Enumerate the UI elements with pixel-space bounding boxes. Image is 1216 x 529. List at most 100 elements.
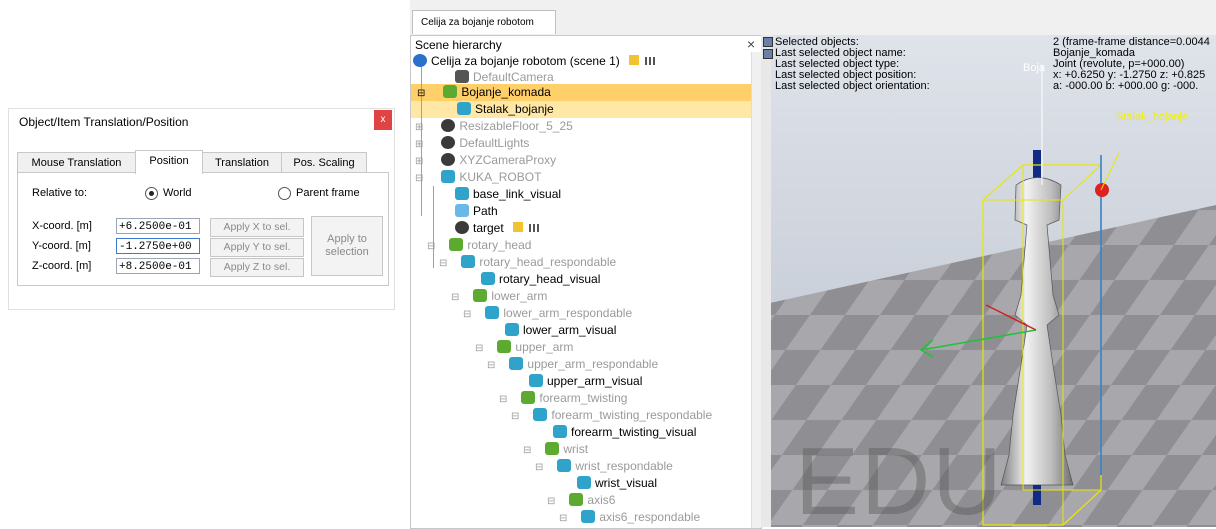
shape-icon bbox=[481, 272, 495, 285]
shape-icon bbox=[455, 187, 469, 200]
apply-to-selection-label: Apply to selection bbox=[325, 233, 369, 258]
tree-item[interactable]: lower_arm_visual bbox=[505, 322, 616, 339]
info-labels: Selected objects: Last selected object n… bbox=[775, 37, 930, 92]
tree-item[interactable]: ⊟ lower_arm_respondable bbox=[463, 305, 632, 322]
tree-item[interactable]: ⊟ rotary_head bbox=[427, 237, 531, 254]
apply-x-button[interactable]: Apply X to sel. bbox=[210, 218, 304, 237]
collapse-icon[interactable]: ⊟ bbox=[499, 394, 507, 405]
scene-properties-icon bbox=[645, 57, 658, 65]
shape-icon bbox=[577, 476, 591, 489]
tree-item[interactable]: rotary_head_visual bbox=[481, 271, 600, 288]
tree-item[interactable]: ⊟ KUKA_ROBOT bbox=[415, 169, 541, 186]
tab-mouse-translation[interactable]: Mouse Translation bbox=[17, 152, 136, 173]
apply-y-button[interactable]: Apply Y to sel. bbox=[210, 238, 304, 257]
expand-icon[interactable]: ⊞ bbox=[415, 139, 423, 150]
tree-item[interactable]: wrist_visual bbox=[577, 475, 657, 492]
collapse-icon[interactable]: ⊟ bbox=[487, 360, 495, 371]
collapse-icon[interactable]: ⊟ bbox=[463, 309, 471, 320]
joint-icon bbox=[497, 340, 512, 353]
position-tab-panel: Relative to: World Parent frame X-coord.… bbox=[17, 172, 389, 286]
collapse-icon[interactable]: ⊟ bbox=[523, 445, 531, 456]
shape-icon bbox=[505, 323, 519, 336]
respondable-icon bbox=[461, 255, 476, 268]
scene-hierarchy-panel: Scene hierarchy × Celija za bojanje robo… bbox=[410, 35, 762, 529]
hierarchy-close-icon[interactable]: × bbox=[747, 36, 755, 52]
tree-item[interactable]: target bbox=[455, 220, 542, 237]
shape-icon bbox=[457, 102, 471, 115]
floor-icon bbox=[441, 119, 456, 132]
tree-item[interactable]: Path bbox=[455, 203, 498, 220]
collapse-icon[interactable]: ⊟ bbox=[559, 513, 567, 524]
apply-to-selection-button[interactable]: Apply to selection bbox=[311, 216, 383, 276]
respondable-icon bbox=[533, 408, 548, 421]
apply-z-button[interactable]: Apply Z to sel. bbox=[210, 258, 304, 277]
collapse-icon[interactable]: ⊟ bbox=[535, 462, 543, 473]
close-button[interactable]: x bbox=[374, 110, 392, 130]
object-label: Stalak_bojanje bbox=[1116, 111, 1189, 123]
translation-position-dialog: Object/Item Translation/Position x Mouse… bbox=[8, 108, 395, 310]
expand-icon[interactable]: ⊞ bbox=[415, 122, 423, 133]
tab-position[interactable]: Position bbox=[135, 150, 203, 174]
collapse-icon[interactable]: ⊟ bbox=[547, 496, 555, 507]
tree-item-label: lower_arm_respondable bbox=[503, 306, 633, 320]
joint-icon bbox=[449, 238, 464, 251]
tree-item[interactable]: ⊞ XYZCameraProxy bbox=[415, 152, 556, 169]
tree-item-label: KUKA_ROBOT bbox=[459, 170, 542, 184]
collapse-icon[interactable]: ⊟ bbox=[475, 343, 483, 354]
tree-item[interactable]: ⊟ lower_arm bbox=[451, 288, 547, 305]
expand-icon[interactable]: ⊞ bbox=[415, 156, 423, 167]
tree-item[interactable]: ⊟ upper_arm_respondable bbox=[487, 356, 658, 373]
tree-item[interactable]: Celija za bojanje robotom (scene 1) bbox=[413, 53, 658, 70]
tree-item[interactable]: ⊟ Bojanje_komada bbox=[417, 84, 551, 101]
tree-item[interactable]: ⊟ upper_arm bbox=[475, 339, 573, 356]
tree-item[interactable]: ⊟ forearm_twisting bbox=[499, 390, 627, 407]
tab-pos-scaling[interactable]: Pos. Scaling bbox=[281, 152, 367, 173]
x-coord-input[interactable]: +6.2500e-01 bbox=[116, 218, 200, 234]
tree-item[interactable]: base_link_visual bbox=[455, 186, 561, 203]
collapse-icon[interactable]: ⊟ bbox=[439, 258, 447, 269]
tree-item-label: target bbox=[473, 221, 504, 235]
tree-item[interactable]: ⊟ axis6_respondable bbox=[559, 509, 700, 526]
tree-item-label: DefaultLights bbox=[459, 136, 530, 150]
respondable-icon bbox=[557, 459, 572, 472]
globe-icon bbox=[413, 54, 427, 67]
x-coord-label: X-coord. [m] bbox=[32, 220, 92, 232]
tree-item[interactable]: upper_arm_visual bbox=[529, 373, 642, 390]
tree-item[interactable]: ⊟ wrist_respondable bbox=[535, 458, 673, 475]
tree-item-label: Bojanje_komada bbox=[461, 85, 551, 99]
relative-to-label: Relative to: bbox=[32, 187, 88, 199]
collapse-icon[interactable]: ⊟ bbox=[427, 241, 435, 252]
tree-item[interactable]: ⊞ ResizableFloor_5_25 bbox=[415, 118, 573, 135]
tree-item[interactable]: ⊞ DefaultLights bbox=[415, 135, 529, 152]
tree-line bbox=[433, 186, 434, 268]
hierarchy-title: Scene hierarchy bbox=[415, 38, 502, 52]
info-toggle-icon[interactable] bbox=[763, 49, 773, 62]
lights-icon bbox=[441, 136, 456, 149]
world-radio[interactable] bbox=[145, 187, 158, 200]
tab-translation[interactable]: Translation bbox=[202, 152, 282, 173]
scene-tab[interactable]: Celija za bojanje robotom bbox=[412, 10, 556, 34]
tree-item-label: upper_arm_visual bbox=[547, 374, 643, 388]
tree-item-label: forearm_twisting_visual bbox=[571, 425, 697, 439]
collapse-icon[interactable]: ⊟ bbox=[511, 411, 519, 422]
joint-label: Boja bbox=[1023, 62, 1046, 74]
tree-item[interactable]: ⊟ forearm_twisting_respondable bbox=[511, 407, 712, 424]
parent-frame-radio[interactable] bbox=[278, 187, 291, 200]
selection-marker bbox=[1095, 183, 1109, 197]
tree-item[interactable]: ⊟ wrist bbox=[523, 441, 588, 458]
dialog-title: Object/Item Translation/Position bbox=[19, 115, 189, 129]
tree-item[interactable]: ⊟ axis6 bbox=[547, 492, 615, 509]
y-coord-input[interactable]: -1.2750e+00 bbox=[116, 238, 200, 254]
collapse-icon[interactable]: ⊟ bbox=[451, 292, 459, 303]
edu-watermark: EDU bbox=[795, 428, 1004, 527]
scene-viewport[interactable]: Selected objects: Last selected object n… bbox=[761, 35, 1216, 527]
joint-icon bbox=[443, 85, 458, 98]
collapse-icon[interactable]: ⊟ bbox=[415, 173, 423, 184]
z-coord-input[interactable]: +8.2500e-01 bbox=[116, 258, 200, 274]
tree-item[interactable]: forearm_twisting_visual bbox=[553, 424, 696, 441]
tree-item[interactable]: ⊟ rotary_head_respondable bbox=[439, 254, 616, 271]
collapse-icon[interactable]: ⊟ bbox=[417, 88, 425, 99]
shape-icon bbox=[553, 425, 567, 438]
tree-item-label: axis6 bbox=[587, 493, 616, 507]
tree-item[interactable]: Stalak_bojanje bbox=[457, 101, 554, 118]
